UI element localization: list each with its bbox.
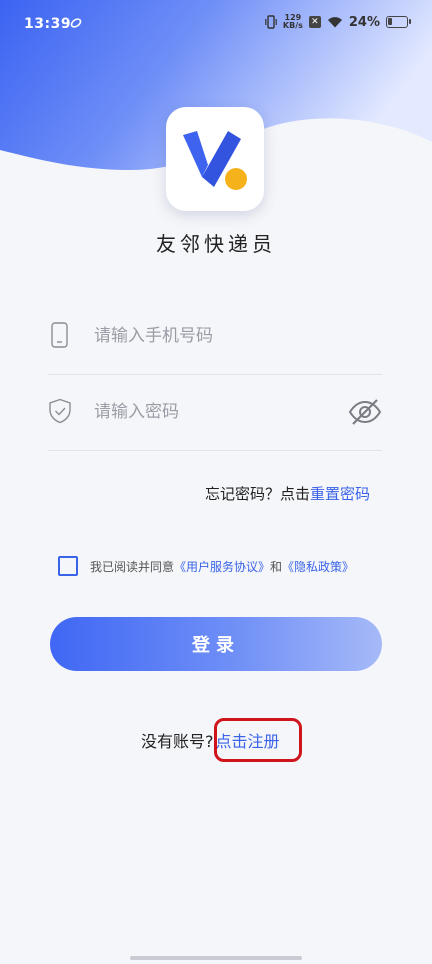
register-prefix: 没有账号? bbox=[141, 732, 214, 751]
register-highlight-box bbox=[214, 718, 302, 762]
phone-icon bbox=[51, 322, 68, 348]
login-button[interactable]: 登录 bbox=[50, 617, 382, 671]
network-speed: 129 KB/s bbox=[282, 13, 303, 30]
privacy-policy-link[interactable]: 《隐私政策》 bbox=[282, 558, 354, 575]
agreement-conjunction: 和 bbox=[270, 559, 283, 574]
reset-password-link[interactable]: 重置密码 bbox=[310, 485, 370, 503]
phone-field bbox=[48, 300, 382, 375]
eye-hidden-icon[interactable] bbox=[348, 396, 382, 428]
sync-icon bbox=[70, 18, 82, 28]
agreement-checkbox[interactable] bbox=[58, 556, 78, 576]
status-time: 13:39 bbox=[24, 16, 72, 32]
home-indicator[interactable] bbox=[130, 956, 302, 960]
status-bar: 13:39 129 KB/s ✕ 24% bbox=[0, 0, 432, 52]
phone-input[interactable] bbox=[94, 322, 334, 350]
agreement-row: 我已阅读并同意 《用户服务协议》和《隐私政策》 bbox=[58, 556, 354, 576]
app-logo bbox=[166, 107, 264, 211]
user-agreement-link[interactable]: 《用户服务协议》 bbox=[174, 558, 270, 575]
shield-icon bbox=[49, 398, 71, 424]
password-input[interactable] bbox=[94, 398, 334, 426]
yl-courier-logo-icon bbox=[183, 131, 247, 190]
password-field bbox=[48, 376, 382, 451]
app-name: 友邻快递员 bbox=[156, 232, 276, 256]
forgot-password-text: 忘记密码？点击 bbox=[204, 485, 310, 503]
wifi-icon bbox=[327, 17, 342, 28]
agreement-prefix: 我已阅读并同意 bbox=[90, 559, 175, 574]
battery-percent: 24% bbox=[348, 14, 380, 30]
battery-level bbox=[388, 18, 392, 25]
battery-icon bbox=[386, 16, 411, 28]
forgot-password-row: 忘记密码？点击重置密码 bbox=[205, 483, 370, 504]
vibrate-icon bbox=[265, 15, 277, 29]
notification-x-icon: ✕ bbox=[308, 16, 321, 28]
